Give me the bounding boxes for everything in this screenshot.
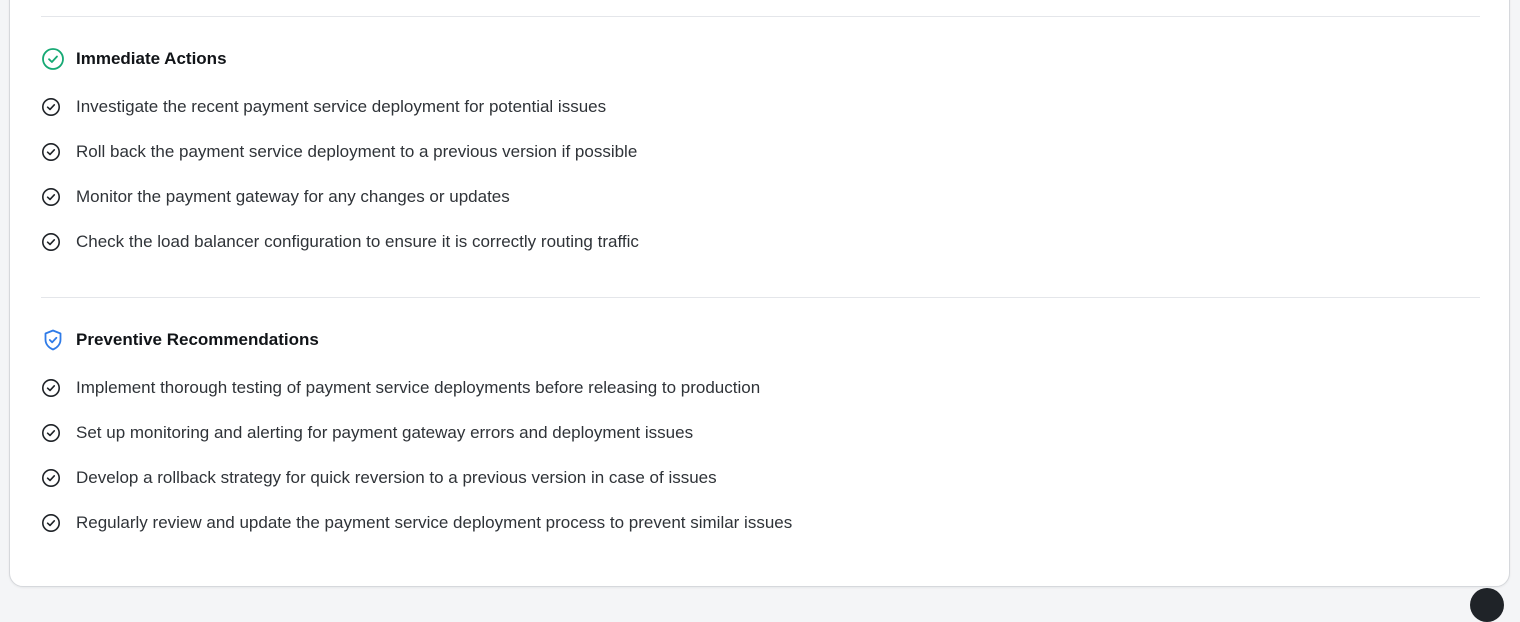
list-item: Roll back the payment service deployment… xyxy=(41,141,637,163)
check-circle-icon xyxy=(41,513,61,533)
list-item: Implement thorough testing of payment se… xyxy=(41,377,760,399)
list-item-text: Set up monitoring and alerting for payme… xyxy=(76,423,694,442)
section-divider xyxy=(41,297,1480,298)
floating-action-button[interactable] xyxy=(1470,588,1504,622)
list-item-text: Implement thorough testing of payment se… xyxy=(76,378,761,397)
list-item: Regularly review and update the payment … xyxy=(41,512,792,534)
recommendations-card xyxy=(9,0,1510,587)
check-circle-icon xyxy=(41,378,61,398)
list-item: Monitor the payment gateway for any chan… xyxy=(41,186,510,208)
check-circle-icon xyxy=(41,47,65,71)
check-circle-icon xyxy=(41,187,61,207)
check-circle-icon xyxy=(41,142,61,162)
check-circle-icon xyxy=(41,423,61,443)
immediate-actions-header: Immediate Actions xyxy=(41,47,227,71)
list-item-text: Check the load balancer configuration to… xyxy=(76,232,639,251)
list-item-text: Develop a rollback strategy for quick re… xyxy=(76,468,717,487)
top-divider xyxy=(41,16,1480,17)
check-circle-icon xyxy=(41,232,61,252)
preventive-recommendations-header: Preventive Recommendations xyxy=(41,328,319,352)
section-title-preventive-recommendations: Preventive Recommendations xyxy=(76,330,319,349)
list-item-text: Monitor the payment gateway for any chan… xyxy=(76,187,510,206)
check-circle-icon xyxy=(41,468,61,488)
list-item: Set up monitoring and alerting for payme… xyxy=(41,422,693,444)
list-item-text: Roll back the payment service deployment… xyxy=(76,142,638,161)
list-item-text: Investigate the recent payment service d… xyxy=(76,97,607,116)
list-item: Check the load balancer configuration to… xyxy=(41,231,639,253)
list-item-text: Regularly review and update the payment … xyxy=(76,513,793,532)
check-circle-icon xyxy=(41,97,61,117)
list-item: Develop a rollback strategy for quick re… xyxy=(41,467,717,489)
section-title-immediate-actions: Immediate Actions xyxy=(76,49,227,68)
list-item: Investigate the recent payment service d… xyxy=(41,96,606,118)
shield-check-icon xyxy=(41,328,65,352)
